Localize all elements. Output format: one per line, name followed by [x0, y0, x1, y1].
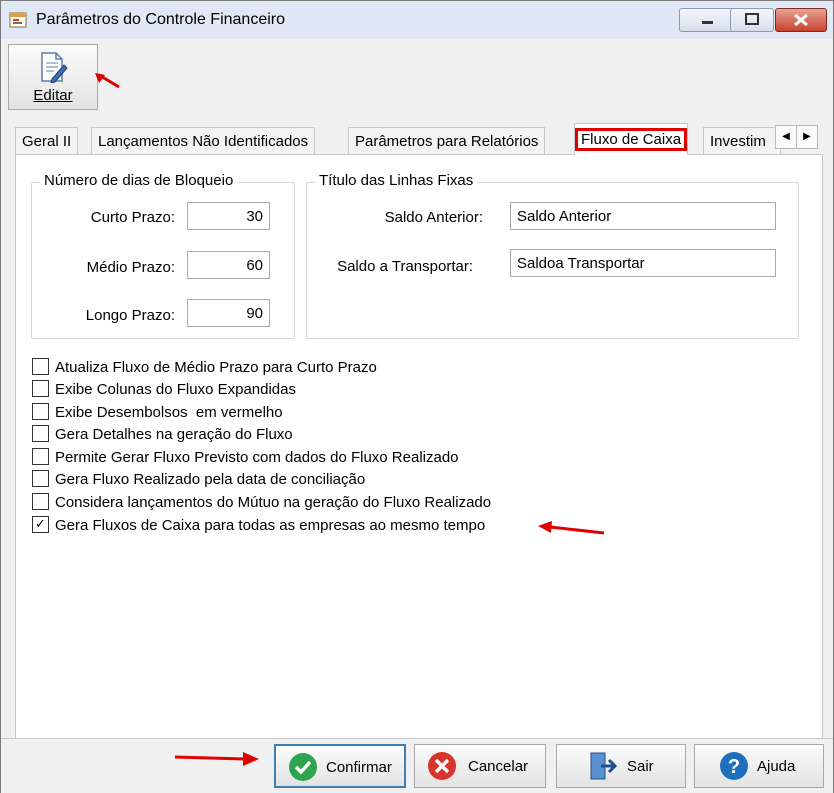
help-question-icon: ?	[720, 752, 748, 780]
tab-fluxo-de-caixa[interactable]: Fluxo de Caixa	[574, 123, 689, 155]
cancel-button[interactable]: Cancelar	[414, 744, 546, 788]
longo-prazo-input[interactable]: 90	[187, 299, 270, 327]
exit-button[interactable]: Sair	[556, 744, 686, 788]
checkbox[interactable]	[32, 424, 49, 442]
window-title: Parâmetros do Controle Financeiro	[36, 11, 286, 28]
curto-prazo-label: Curto Prazo:	[90, 209, 175, 226]
edit-label: Editar	[33, 87, 73, 104]
svg-text:?: ?	[728, 756, 740, 778]
group-bloqueio: Número de dias de Bloqueio Curto Prazo: …	[31, 172, 295, 339]
checkbox[interactable]	[32, 379, 49, 397]
tab-lancamentos-nao-identificados[interactable]: Lançamentos Não Identificados	[91, 127, 316, 155]
checkbox[interactable]	[32, 447, 49, 465]
medio-prazo-label: Médio Prazo:	[86, 259, 175, 276]
option-exibe-colunas[interactable]: Exibe Colunas do Fluxo Expandidas	[32, 379, 296, 400]
group-linhas-fixas: Título das Linhas Fixas Saldo Anterior: …	[306, 172, 799, 339]
close-button[interactable]	[775, 8, 827, 32]
tab-scroll-left-button[interactable]: ◀	[775, 125, 797, 149]
minimize-icon	[702, 21, 713, 24]
group-bloqueio-title: Número de dias de Bloqueio	[40, 172, 238, 189]
checkbox-checked[interactable]: ✓	[32, 515, 49, 533]
exit-label: Sair	[627, 758, 654, 775]
group-linhas-fixas-title: Título das Linhas Fixas	[315, 172, 478, 189]
cancel-label: Cancelar	[468, 758, 529, 775]
app-icon	[9, 12, 27, 28]
arrow-right-icon: ▶	[803, 131, 811, 142]
title-bar: Parâmetros do Controle Financeiro	[1, 1, 833, 39]
cancel-x-circle-icon	[428, 752, 456, 780]
option-gera-detalhes[interactable]: Gera Detalhes na geração do Fluxo	[32, 424, 293, 445]
checkbox[interactable]	[32, 357, 49, 375]
saldo-anterior-input[interactable]: Saldo Anterior	[510, 202, 776, 230]
saldo-transportar-label: Saldo a Transportar:	[337, 258, 473, 275]
edit-document-icon	[41, 52, 68, 83]
tab-geral-ii[interactable]: Geral II	[15, 127, 79, 155]
checkbox[interactable]	[32, 469, 49, 487]
tab-strip: Geral II Lançamentos Não Identificados P…	[15, 123, 821, 155]
annotation-arrow-option	[538, 521, 605, 535]
annotation-arrow-edit	[95, 73, 120, 89]
option-considera-mutuo[interactable]: Considera lançamentos do Mútuo na geraçã…	[32, 492, 491, 513]
minimize-button[interactable]	[679, 8, 737, 32]
saldo-transportar-input[interactable]: Saldoa Transportar	[510, 249, 776, 277]
tab-investimentos[interactable]: Investim	[703, 127, 781, 155]
annotation-arrow-confirm	[174, 752, 259, 766]
maximize-icon	[745, 13, 759, 25]
longo-prazo-label: Longo Prazo:	[85, 307, 175, 324]
option-exibe-desembolsos[interactable]: Exibe Desembolsos em vermelho	[32, 402, 283, 423]
checkbox[interactable]	[32, 492, 49, 510]
confirm-button[interactable]: Confirmar	[274, 744, 406, 788]
tab-parametros-relatorios[interactable]: Parâmetros para Relatórios	[348, 127, 546, 155]
check-circle-icon	[289, 753, 317, 781]
help-label: Ajuda	[757, 758, 796, 775]
arrow-left-icon: ◀	[782, 131, 790, 142]
saldo-anterior-label: Saldo Anterior:	[384, 209, 483, 226]
option-permite-gerar-fluxo-previsto[interactable]: Permite Gerar Fluxo Previsto com dados d…	[32, 447, 459, 468]
checkbox[interactable]	[32, 402, 49, 420]
tab-scroll-right-button[interactable]: ▶	[796, 125, 818, 149]
confirm-label: Confirmar	[326, 759, 392, 776]
main-window: Parâmetros do Controle Financeiro Editar	[0, 0, 834, 793]
help-button[interactable]: ? Ajuda	[694, 744, 824, 788]
tab-panel-fluxo-de-caixa: Número de dias de Bloqueio Curto Prazo: …	[15, 154, 823, 740]
exit-door-icon	[590, 752, 617, 780]
maximize-button[interactable]	[730, 8, 774, 32]
toolbar: Editar	[1, 39, 833, 115]
curto-prazo-input[interactable]: 30	[187, 202, 270, 230]
option-atualiza-fluxo[interactable]: Atualiza Fluxo de Médio Prazo para Curto…	[32, 357, 377, 378]
medio-prazo-input[interactable]: 60	[187, 251, 270, 279]
edit-button[interactable]: Editar	[8, 44, 98, 110]
option-gera-fluxo-realizado-conciliacao[interactable]: Gera Fluxo Realizado pela data de concil…	[32, 469, 365, 490]
close-icon	[794, 13, 808, 27]
option-gera-fluxos-todas-empresas[interactable]: ✓ Gera Fluxos de Caixa para todas as empr…	[32, 515, 485, 536]
